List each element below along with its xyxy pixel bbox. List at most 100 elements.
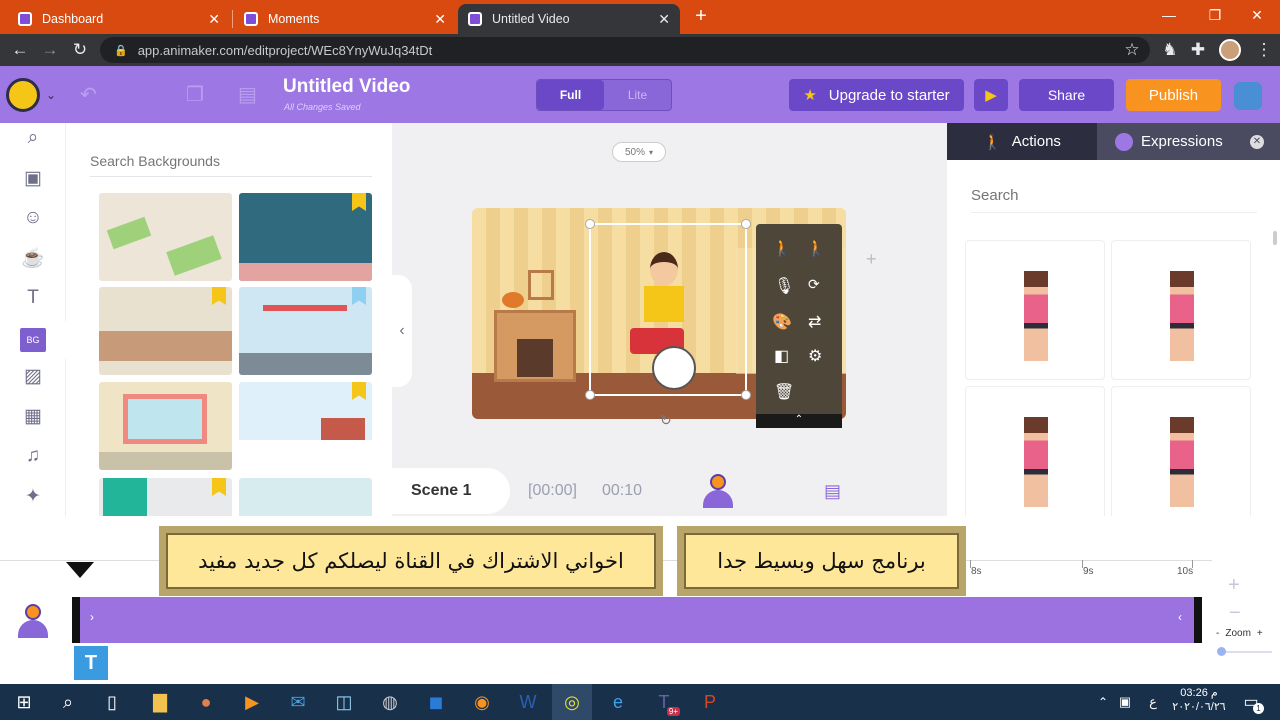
upgrade-button[interactable]: ★ Upgrade to starter: [789, 79, 964, 111]
taskbar-clock[interactable]: 03:26 م ٢٠٢٠/٠٦/٢٦: [1172, 686, 1226, 714]
add-scene-icon[interactable]: +: [866, 249, 877, 270]
undo-icon[interactable]: ↶: [80, 82, 97, 107]
scene-duration[interactable]: 00:10: [602, 482, 642, 500]
duplicate-icon[interactable]: ❐: [186, 82, 204, 107]
action-thumb-point[interactable]: [1111, 240, 1251, 380]
maximize-icon[interactable]: ❐: [1192, 0, 1238, 30]
store-icon[interactable]: ◫: [324, 684, 364, 720]
bookmark-star-icon[interactable]: ☆: [1118, 34, 1146, 66]
resize-handle[interactable]: [741, 390, 751, 400]
zoom-plus-label[interactable]: +: [1257, 628, 1263, 639]
action-icon[interactable]: 🚶: [772, 238, 792, 258]
zoom-minus-label[interactable]: -: [1216, 628, 1219, 639]
search-backgrounds-input[interactable]: [90, 145, 372, 177]
new-tab-button[interactable]: +: [690, 2, 712, 30]
file-explorer-icon[interactable]: ▇: [140, 684, 180, 720]
bg-thumb-window-room[interactable]: [99, 382, 232, 470]
back-icon[interactable]: ←: [6, 34, 34, 66]
color-palette-icon[interactable]: 🎨: [772, 312, 792, 332]
tab-dashboard[interactable]: Dashboard ✕: [8, 4, 230, 34]
task-view-icon[interactable]: ▯: [92, 684, 132, 720]
action-thumb-cry[interactable]: [1111, 386, 1251, 526]
tab-untitled-video[interactable]: Untitled Video ✕: [458, 4, 680, 34]
microphone-icon[interactable]: 🎙: [774, 276, 794, 296]
notification-icon[interactable]: ▭ 1: [1236, 684, 1266, 720]
close-window-icon[interactable]: ✕: [1234, 0, 1280, 30]
firefox-icon[interactable]: ◉: [462, 684, 502, 720]
scrollbar-thumb[interactable]: [1273, 231, 1277, 245]
zoom-slider-thumb[interactable]: [1217, 647, 1226, 656]
action-thumb-stand[interactable]: [965, 240, 1105, 380]
chrome-icon[interactable]: ◎: [552, 684, 592, 720]
edge-icon[interactable]: e: [598, 684, 638, 720]
bar-left-handle-icon[interactable]: ›: [90, 610, 94, 624]
props-icon[interactable]: ☕: [20, 245, 46, 271]
publish-button[interactable]: Publish: [1126, 79, 1221, 111]
minimize-icon[interactable]: —: [1146, 0, 1192, 30]
scene-label[interactable]: Scene 1: [392, 468, 510, 514]
word-icon[interactable]: W: [508, 684, 548, 720]
swap-icon[interactable]: ⇄: [808, 312, 821, 332]
mode-full-button[interactable]: Full: [537, 80, 604, 110]
effects-icon[interactable]: ✦: [20, 483, 46, 509]
selection-box[interactable]: [585, 219, 751, 400]
templates-icon[interactable]: ▣: [20, 165, 46, 191]
text-icon[interactable]: T: [20, 285, 46, 311]
animaker-logo[interactable]: [6, 78, 40, 112]
teams-icon[interactable]: T 9+: [644, 684, 684, 720]
resize-handle[interactable]: [741, 219, 751, 229]
playhead[interactable]: [66, 562, 94, 578]
bg-thumb-snow-house[interactable]: [239, 382, 372, 470]
zoom-select[interactable]: 50% ▾: [612, 142, 666, 162]
close-panel-icon[interactable]: ✕: [1250, 134, 1264, 149]
zoom-in-icon[interactable]: +: [1228, 574, 1240, 597]
media-player-icon[interactable]: ▶: [232, 684, 272, 720]
video-icon[interactable]: ▦: [20, 403, 46, 429]
action-thumb-headache[interactable]: [965, 386, 1105, 526]
reload-icon[interactable]: ↻: [66, 34, 94, 66]
keyboard-language[interactable]: ع: [1142, 684, 1164, 720]
text-layer-icon[interactable]: T: [74, 646, 108, 680]
music-icon[interactable]: ♫: [20, 443, 46, 469]
outlook-icon[interactable]: ◼: [416, 684, 456, 720]
share-button[interactable]: Share: [1019, 79, 1114, 111]
extensions-puzzle-icon[interactable]: ✚: [1184, 34, 1212, 66]
extension-bird-icon[interactable]: ♞: [1156, 34, 1184, 66]
url-field[interactable]: 🔒 app.animaker.com/editproject/WEc8YnyWu…: [100, 37, 1150, 63]
settings-gear-icon[interactable]: ⚙: [808, 346, 822, 366]
images-icon[interactable]: ▨: [20, 363, 46, 389]
character-track-icon[interactable]: [703, 474, 733, 510]
resize-handle[interactable]: [585, 390, 595, 400]
bg-thumb-teal-room[interactable]: [99, 478, 232, 516]
collapse-panel-handle[interactable]: ‹: [392, 275, 412, 387]
flip-icon[interactable]: ◧: [774, 346, 789, 366]
search-icon[interactable]: ⌕: [48, 684, 88, 720]
add-action-icon[interactable]: 🚶: [806, 238, 826, 258]
browser-menu-icon[interactable]: ⋮: [1250, 34, 1278, 66]
help-mascot-icon[interactable]: [1234, 82, 1262, 110]
powerpoint-icon[interactable]: P: [690, 684, 730, 720]
resize-handle[interactable]: [585, 219, 595, 229]
bg-thumb-map[interactable]: [99, 193, 232, 281]
rotate-icon[interactable]: ↻: [660, 412, 672, 429]
character-timeline-bar[interactable]: › ‹: [72, 597, 1202, 643]
bg-thumb-supermarket[interactable]: [99, 287, 232, 375]
project-title[interactable]: Untitled Video: [283, 76, 410, 98]
character-icon[interactable]: ☺: [20, 205, 46, 231]
chevron-down-icon[interactable]: ⌄: [46, 88, 56, 102]
play-preview-button[interactable]: ▶: [974, 79, 1008, 111]
forward-icon[interactable]: →: [36, 34, 64, 66]
scene-film-icon[interactable]: ▤: [824, 481, 841, 502]
search-icon[interactable]: ⌕: [20, 125, 46, 151]
app-icon[interactable]: ◍: [370, 684, 410, 720]
character-layer-icon[interactable]: [18, 604, 48, 642]
clipboard-icon[interactable]: ▤: [238, 82, 257, 107]
backgrounds-icon[interactable]: BG: [20, 328, 46, 352]
delete-trash-icon[interactable]: 🗑: [774, 382, 794, 402]
collapse-toolbar-icon[interactable]: ⌃: [756, 414, 842, 428]
profile-avatar[interactable]: [1219, 39, 1241, 61]
tab-moments[interactable]: Moments ✕: [234, 4, 456, 34]
close-tab-icon[interactable]: ✕: [208, 11, 220, 28]
bg-thumb-light-room[interactable]: [239, 478, 372, 516]
bar-right-handle-icon[interactable]: ‹: [1178, 610, 1182, 624]
